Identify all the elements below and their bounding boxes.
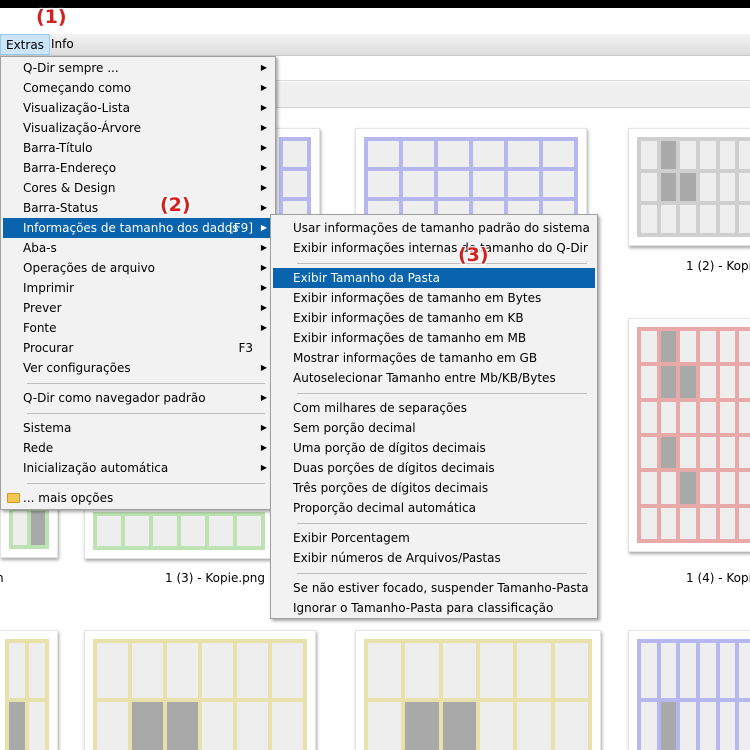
submenu-arrow-icon: ▶	[260, 123, 267, 132]
thumbnail[interactable]	[84, 503, 274, 559]
menu-item-sistema[interactable]: Sistema ▶	[3, 418, 273, 438]
submenu-item-tamanho-kb[interactable]: Exibir informações de tamanho em KB	[273, 308, 595, 328]
submenu-item-tamanho-interno-qdir[interactable]: Exibir informações internas de tamanho d…	[273, 238, 595, 258]
submenu-item-tamanho-bytes[interactable]: Exibir informações de tamanho em Bytes	[273, 288, 595, 308]
submenu-arrow-icon: ▶	[260, 323, 267, 332]
submenu-arrow-icon: ▶	[260, 143, 267, 152]
submenu-arrow-icon: ▶	[260, 63, 267, 72]
submenu-arrow-icon: ▶	[260, 463, 267, 472]
menu-item-comecando-como[interactable]: Começando como ▶	[3, 78, 273, 98]
thumbnail[interactable]	[628, 128, 750, 246]
submenu-arrow-icon: ▶	[260, 423, 267, 432]
menu-item-visualizacao-arvore[interactable]: Visualização-Árvore ▶	[3, 118, 273, 138]
submenu-arrow-icon: ▶	[260, 263, 267, 272]
menu-item-navegador-padrao[interactable]: Q-Dir como navegador padrão ▶	[3, 388, 273, 408]
menu-separator	[297, 263, 587, 264]
submenu-item-exibir-porcentagem[interactable]: Exibir Porcentagem	[273, 528, 595, 548]
thumbnail[interactable]	[0, 630, 58, 750]
menu-item-fonte[interactable]: Fonte ▶	[3, 318, 273, 338]
submenu-item-suspender-tamanho-pasta[interactable]: Se não estiver focado, suspender Tamanho…	[273, 578, 595, 598]
submenu-arrow-icon: ▶	[260, 203, 267, 212]
submenu-arrow-icon: ▶	[260, 303, 267, 312]
thumbnail[interactable]	[628, 630, 750, 750]
submenu-arrow-icon: ▶	[260, 183, 267, 192]
annotation-1: (1)	[36, 6, 67, 28]
menu-separator	[27, 483, 265, 484]
submenu-arrow-icon: ▶	[260, 363, 267, 372]
title-bar	[0, 8, 750, 34]
annotation-2: (2)	[160, 194, 191, 216]
menu-item-inicializacao-automatica[interactable]: Inicialização automática ▶	[3, 458, 273, 478]
submenu-item-uma-decimal[interactable]: Uma porção de dígitos decimais	[273, 438, 595, 458]
address-bar[interactable]	[270, 57, 750, 81]
menu-info[interactable]: Info	[46, 34, 79, 55]
menu-item-prever[interactable]: Prever ▶	[3, 298, 273, 318]
menu-item-mais-opcoes[interactable]: ... mais opções	[3, 488, 273, 508]
menu-item-barra-endereco[interactable]: Barra-Endereço ▶	[3, 158, 273, 178]
submenu-item-ignorar-tamanho-pasta[interactable]: Ignorar o Tamanho-Pasta para classificaç…	[273, 598, 595, 618]
thumbnail-caption: 1 (2) - Kopie	[686, 259, 750, 273]
submenu-item-duas-decimais[interactable]: Duas porções de dígitos decimais	[273, 458, 595, 478]
submenu-item-autoselecionar-tamanho[interactable]: Autoselecionar Tamanho entre Mb/KB/Bytes	[273, 368, 595, 388]
menu-bar: Extras Info	[0, 34, 750, 56]
menu-item-cores-design[interactable]: Cores & Design ▶	[3, 178, 273, 198]
menu-item-abas[interactable]: Aba-s ▶	[3, 238, 273, 258]
menu-item-ver-configuracoes[interactable]: Ver configurações ▶	[3, 358, 273, 378]
menu-item-barra-status[interactable]: Barra-Status ▶	[3, 198, 273, 218]
menu-separator	[27, 383, 265, 384]
submenu-arrow-icon: ▶	[260, 83, 267, 92]
submenu-arrow-icon: ▶	[260, 223, 267, 232]
submenu-arrow-icon: ▶	[260, 443, 267, 452]
submenu-item-sem-decimal[interactable]: Sem porção decimal	[273, 418, 595, 438]
submenu-item-numeros-arquivos-pastas[interactable]: Exibir números de Arquivos/Pastas	[273, 548, 595, 568]
submenu-arrow-icon: ▶	[260, 283, 267, 292]
submenu-arrow-icon: ▶	[260, 163, 267, 172]
thumbnail-caption: 1 (4) - Kopie	[686, 571, 750, 585]
thumbnail[interactable]	[84, 630, 316, 750]
submenu-item-decimal-automatica[interactable]: Proporção decimal automática	[273, 498, 595, 518]
menu-extras[interactable]: Extras	[0, 34, 50, 55]
thumbnail-caption: 1 (3) - Kopie.png	[165, 571, 266, 585]
top-border	[0, 0, 750, 8]
menu-separator	[297, 573, 587, 574]
extras-menu: Q-Dir sempre ... ▶ Começando como ▶ Visual…	[0, 56, 276, 510]
menu-item-rede[interactable]: Rede ▶	[3, 438, 273, 458]
menu-item-procurar[interactable]: Procurar F3	[3, 338, 273, 358]
menu-item-operacoes-arquivo[interactable]: Operações de arquivo ▶	[3, 258, 273, 278]
menu-separator	[27, 413, 265, 414]
menu-item-qdir-sempre[interactable]: Q-Dir sempre ... ▶	[3, 58, 273, 78]
submenu-arrow-icon: ▶	[260, 103, 267, 112]
submenu-item-tamanho-gb[interactable]: Mostrar informações de tamanho em GB	[273, 348, 595, 368]
thumbnail-caption: n	[0, 571, 4, 585]
submenu-arrow-icon: ▶	[260, 243, 267, 252]
menu-item-barra-titulo[interactable]: Barra-Título ▶	[3, 138, 273, 158]
thumbnail[interactable]	[628, 318, 750, 552]
submenu-item-tamanho-padrao-sistema[interactable]: Usar informações de tamanho padrão do si…	[273, 218, 595, 238]
submenu-item-tres-decimais[interactable]: Três porções de dígitos decimais	[273, 478, 595, 498]
menu-item-informacoes-tamanho[interactable]: Informações de tamanho dos dados [F9] ▶	[3, 218, 273, 238]
folder-icon	[7, 493, 20, 503]
size-info-submenu: Usar informações de tamanho padrão do si…	[270, 214, 598, 619]
menu-item-imprimir[interactable]: Imprimir ▶	[3, 278, 273, 298]
submenu-item-milhares-separacoes[interactable]: Com milhares de separações	[273, 398, 595, 418]
submenu-item-tamanho-mb[interactable]: Exibir informações de tamanho em MB	[273, 328, 595, 348]
menu-separator	[297, 523, 587, 524]
toolbar	[270, 82, 750, 108]
thumbnail[interactable]	[355, 630, 601, 750]
submenu-item-exibir-tamanho-pasta[interactable]: Exibir Tamanho da Pasta	[273, 268, 595, 288]
menu-separator	[297, 393, 587, 394]
submenu-arrow-icon: ▶	[260, 393, 267, 402]
annotation-3: (3)	[458, 244, 489, 266]
menu-item-visualizacao-lista[interactable]: Visualização-Lista ▶	[3, 98, 273, 118]
